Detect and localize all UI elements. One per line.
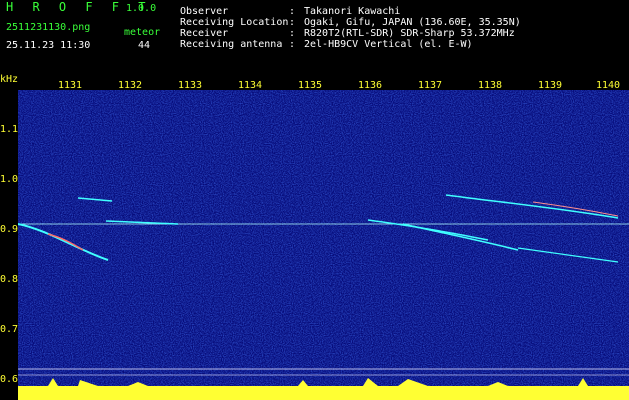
meta-colon: :: [289, 39, 296, 50]
datetime: 25.11.23 11:30: [6, 40, 91, 51]
filename: 2511231130.png: [6, 22, 91, 33]
meta-value-observer: Takanori Kawachi: [304, 6, 401, 17]
meta-colon: :: [289, 6, 296, 17]
meta-label-observer: Observer: [180, 6, 229, 17]
meta-colon: :: [289, 17, 296, 28]
meta-value-receiver: R820T2(RTL-SDR) SDR-Sharp 53.372MHz: [304, 28, 515, 39]
y-tick-label: 0.9: [0, 224, 19, 235]
noise-texture: [18, 90, 629, 400]
meta-label-receiver: Receiver: [180, 28, 229, 39]
meta-value-antenna: 2el-HB9CV Vertical (el. E-W): [304, 39, 473, 50]
spectrogram: [18, 90, 629, 400]
category-label: meteor: [124, 27, 161, 38]
y-tick-label: 1.1: [0, 124, 19, 135]
y-axis: 1.1 1.0 0.9 0.8 0.7 0.6: [0, 74, 18, 400]
app-version: 1.0.0: [126, 3, 157, 14]
y-tick-label: 0.7: [0, 324, 19, 335]
meta-label-location: Receiving Location: [180, 17, 289, 28]
y-tick-label: 1.0: [0, 174, 19, 185]
y-tick-label: 0.8: [0, 274, 19, 285]
detection-count: 44: [138, 40, 151, 51]
meta-colon: :: [289, 28, 296, 39]
meta-label-antenna: Receiving antenna: [180, 39, 283, 50]
meta-value-location: Ogaki, Gifu, JAPAN (136.60E, 35.35N): [304, 17, 521, 28]
header-panel: H R O F F T 1.0.0 2511231130.png meteor …: [0, 0, 629, 56]
y-tick-label: 0.6: [0, 374, 19, 385]
